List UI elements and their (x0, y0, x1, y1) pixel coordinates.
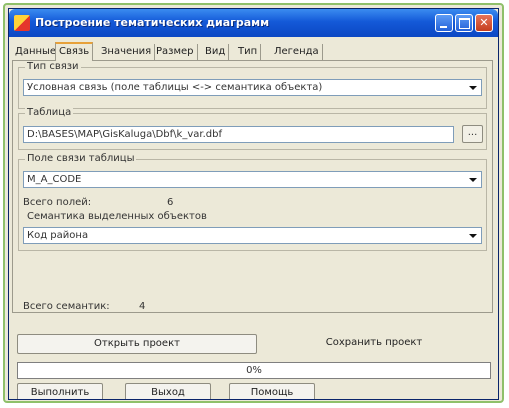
run-button[interactable]: Выполнить (17, 383, 103, 399)
app-icon (14, 15, 30, 31)
tab-type[interactable]: Тип (235, 44, 262, 60)
link-field-select[interactable]: M_A_CODE (23, 171, 482, 188)
table-path-field[interactable]: D:\BASES\MAP\GisKaluga\Dbf\k_var.dbf (23, 126, 454, 143)
help-button[interactable]: Помощь (229, 383, 315, 399)
minimize-button[interactable] (435, 14, 453, 32)
semantics-value: Код района (27, 230, 89, 241)
table-label: Таблица (25, 107, 74, 118)
link-type-group: Тип связи Условная связь (поле таблицы <… (18, 61, 487, 109)
window-title: Построение тематических диаграмм (35, 16, 270, 29)
semantics-label: Семантика выделенных объектов (25, 211, 209, 222)
semantics-select[interactable]: Код района (23, 227, 482, 244)
progress-text: 0% (246, 365, 262, 376)
tab-values[interactable]: Значения (98, 44, 156, 60)
exit-button[interactable]: Выход (125, 383, 211, 399)
table-group: Таблица D:\BASES\MAP\GisKaluga\Dbf\k_var… (18, 107, 487, 150)
semantics-count-label: Всего семантик: (23, 301, 110, 312)
chevron-down-icon[interactable] (465, 80, 481, 95)
link-field-label: Поле связи таблицы (25, 153, 137, 164)
link-field-value: M_A_CODE (27, 174, 82, 185)
save-project-button[interactable]: Сохранить проект (257, 334, 491, 354)
table-path-value: D:\BASES\MAP\GisKaluga\Dbf\k_var.dbf (27, 129, 222, 140)
open-project-button[interactable]: Открыть проект (17, 334, 257, 354)
fields-count-label: Всего полей: (23, 197, 92, 208)
tab-legend[interactable]: Легенда (271, 44, 323, 60)
tab-data[interactable]: Данные (12, 44, 61, 60)
tab-size[interactable]: Размер (153, 44, 198, 60)
tab-strip: Данные Связь Значения Размер Вид Тип Лег… (9, 42, 498, 61)
link-tab-panel: Тип связи Условная связь (поле таблицы <… (12, 60, 493, 313)
close-button[interactable]: ✕ (475, 14, 493, 32)
tab-view[interactable]: Вид (202, 44, 230, 60)
chevron-down-icon[interactable] (465, 172, 481, 187)
link-type-select[interactable]: Условная связь (поле таблицы <-> семанти… (23, 79, 482, 96)
title-bar[interactable]: Построение тематических диаграмм ✕ (9, 9, 498, 37)
semantics-count-value: 4 (139, 301, 146, 312)
link-type-label: Тип связи (25, 61, 81, 72)
progress-bar: 0% (17, 362, 491, 379)
chevron-down-icon[interactable] (465, 228, 481, 243)
tab-link[interactable]: Связь (55, 42, 94, 61)
browse-button[interactable]: ... (462, 125, 483, 143)
maximize-button[interactable] (455, 14, 473, 32)
link-type-value: Условная связь (поле таблицы <-> семанти… (27, 82, 323, 93)
link-field-group: Поле связи таблицы M_A_CODE Всего полей:… (18, 153, 487, 251)
fields-count-value: 6 (167, 197, 174, 208)
dialog-window: Построение тематических диаграмм ✕ Данны… (8, 8, 499, 400)
